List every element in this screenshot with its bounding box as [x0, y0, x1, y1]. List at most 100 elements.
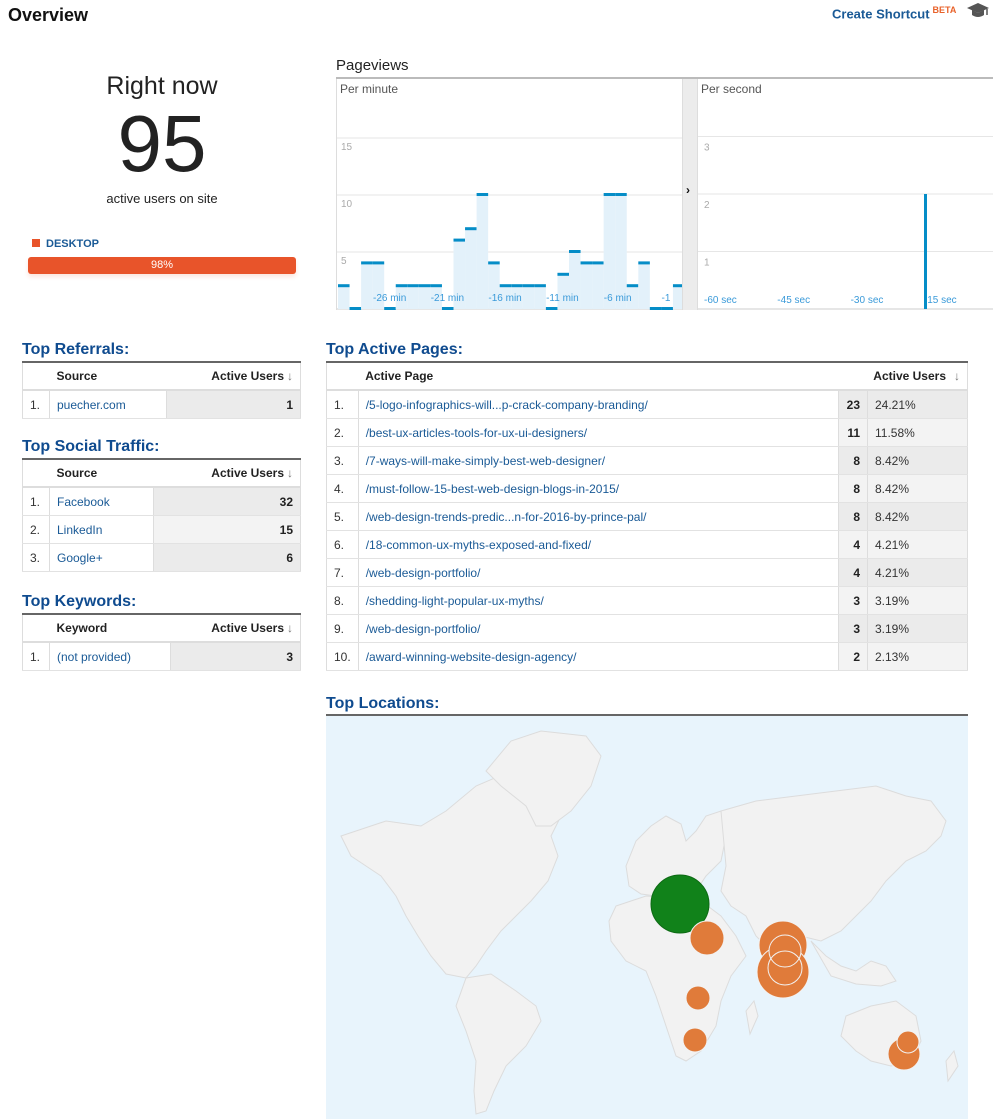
row-active-users: 6 — [152, 543, 301, 572]
top-keywords-section: Top Keywords: Keyword Active Users ↓ 1. (n… — [22, 593, 302, 671]
row-name-cell: /web-design-portfolio/ — [358, 558, 839, 587]
bar-fill — [407, 286, 419, 309]
row-active-users: 3 — [838, 586, 868, 615]
row-percent: 8.42% — [867, 502, 968, 531]
row-link[interactable]: /5-logo-infographics-will...p-crack-comp… — [366, 398, 648, 412]
bar-cap — [592, 261, 604, 265]
bar-cap — [661, 307, 673, 310]
index-header — [22, 363, 50, 391]
row-percent: 4.21% — [867, 530, 968, 559]
y-tick-label: 10 — [341, 199, 353, 210]
per-minute-label: Per minute — [340, 82, 399, 96]
chart-expand-toggle[interactable]: › — [682, 79, 698, 310]
bar-fill — [615, 195, 627, 309]
bar-fill — [361, 263, 373, 309]
active-users-header-label: Active Users — [211, 466, 284, 480]
active-users-header-label: Active Users — [873, 369, 946, 383]
row-name-cell: /shedding-light-popular-ux-myths/ — [358, 586, 839, 615]
row-link[interactable]: /best-ux-articles-tools-for-ux-ui-design… — [366, 426, 587, 440]
bar-cap — [441, 307, 454, 310]
row-link[interactable]: Facebook — [57, 495, 110, 509]
x-tick-label: -16 min — [488, 293, 521, 304]
bar-cap — [499, 284, 512, 288]
row-active-users: 4 — [838, 558, 868, 587]
table-row: 5. /web-design-trends-predic...n-for-2016… — [326, 502, 968, 531]
row-link[interactable]: /must-follow-15-best-web-design-blogs-in… — [366, 482, 619, 496]
row-name-cell: /best-ux-articles-tools-for-ux-ui-design… — [358, 418, 839, 447]
row-link[interactable]: puecher.com — [57, 398, 126, 412]
active-pages-table: Active Page Active Users ↓ 1. /5-logo-info… — [326, 363, 968, 671]
active-users-header[interactable]: Active Users ↓ — [153, 460, 302, 488]
table-row: 7. /web-design-portfolio/4 4.21% — [326, 558, 968, 587]
bar-cap — [580, 261, 593, 265]
bar-fill — [534, 286, 546, 309]
x-tick-label: -30 sec — [851, 295, 884, 306]
row-active-users: 1 — [165, 390, 301, 419]
right-now-label: Right now — [106, 72, 218, 100]
row-percent: 3.19% — [867, 614, 968, 643]
per-second-label: Per second — [701, 82, 762, 96]
location-marker-sydney — [896, 1030, 920, 1054]
row-link[interactable]: /shedding-light-popular-ux-myths/ — [366, 594, 544, 608]
table-row: 1. (not provided) 3 — [22, 642, 301, 671]
row-active-users: 15 — [152, 515, 301, 544]
top-social-section: Top Social Traffic: Source Active Users ↓… — [22, 438, 302, 572]
bar-cap — [649, 307, 662, 310]
row-active-users: 2 — [838, 642, 868, 671]
bar-cap — [361, 261, 373, 265]
source-header: Source — [49, 363, 167, 391]
active-users-header[interactable]: Active Users ↓ — [170, 615, 302, 643]
y-tick-label: 5 — [341, 256, 347, 267]
sort-down-icon: ↓ — [287, 621, 293, 635]
row-active-users: 4 — [838, 530, 868, 559]
bar-cap — [349, 307, 362, 310]
row-name-cell: (not provided) — [49, 642, 171, 671]
active-users-header[interactable]: Active Users ↓ — [838, 363, 968, 391]
row-link[interactable]: /7-ways-will-make-simply-best-web-design… — [366, 454, 605, 468]
bar-cap — [476, 193, 489, 196]
nz-land — [945, 1049, 959, 1083]
per-second-svg: 1 2 3 -60 sec -45 sec -30 sec -15 sec — [698, 136, 993, 310]
row-link[interactable]: /web-design-portfolio/ — [366, 566, 481, 580]
bar-cap — [453, 238, 466, 242]
table-row: 1. Facebook 32 — [22, 487, 301, 516]
row-link[interactable]: /web-design-portfolio/ — [366, 622, 481, 636]
row-link[interactable]: Google+ — [57, 551, 103, 565]
row-link[interactable]: (not provided) — [57, 650, 131, 664]
per-minute-chart: 5 10 15 -26 min -21 min -16 min -11 min -6 min -… — [336, 79, 685, 310]
row-link[interactable]: /18-common-ux-myths-exposed-and-fixed/ — [366, 538, 591, 552]
row-name-cell: /must-follow-15-best-web-design-blogs-in… — [358, 474, 839, 503]
x-tick-label: -11 min — [546, 293, 579, 304]
row-link[interactable]: LinkedIn — [57, 523, 102, 537]
bar — [924, 194, 927, 309]
create-shortcut-link[interactable]: Create Shortcut BETA — [832, 5, 956, 21]
table-row: 9. /web-design-portfolio/3 3.19% — [326, 614, 968, 643]
table-row: 10. /award-winning-website-design-agency/… — [326, 642, 968, 671]
x-tick-label: -1 — [662, 293, 671, 304]
graduation-cap-icon[interactable] — [966, 2, 990, 20]
bar-fill — [418, 286, 431, 309]
locations-map[interactable] — [326, 716, 968, 1119]
sort-down-icon: ↓ — [954, 369, 960, 383]
index-header — [326, 363, 359, 391]
row-name-cell: Google+ — [49, 543, 154, 572]
top-active-pages-section: Top Active Pages: Active Page Active Use… — [326, 341, 968, 671]
y-tick-label: 15 — [341, 142, 353, 153]
row-percent: 3.19% — [867, 586, 968, 615]
active-page-header: Active Page — [358, 363, 839, 391]
row-link[interactable]: /web-design-trends-predic...n-for-2016-b… — [366, 510, 647, 524]
table-row: 3. /7-ways-will-make-simply-best-web-desi… — [326, 446, 968, 475]
active-users-header[interactable]: Active Users ↓ — [166, 363, 302, 391]
row-link[interactable]: /award-winning-website-design-agency/ — [366, 650, 577, 664]
row-name-cell: /award-winning-website-design-agency/ — [358, 642, 839, 671]
asia-land — [720, 785, 947, 947]
bar-cap — [338, 284, 350, 288]
location-marker-tanzania — [685, 985, 711, 1011]
row-index: 1. — [22, 487, 50, 516]
top-social-title: Top Social Traffic: — [22, 438, 160, 455]
bar-fill — [603, 195, 616, 309]
row-name-cell: /7-ways-will-make-simply-best-web-design… — [358, 446, 839, 475]
bar-fill — [592, 263, 604, 309]
bar-cap — [407, 284, 419, 288]
index-header — [22, 460, 50, 488]
